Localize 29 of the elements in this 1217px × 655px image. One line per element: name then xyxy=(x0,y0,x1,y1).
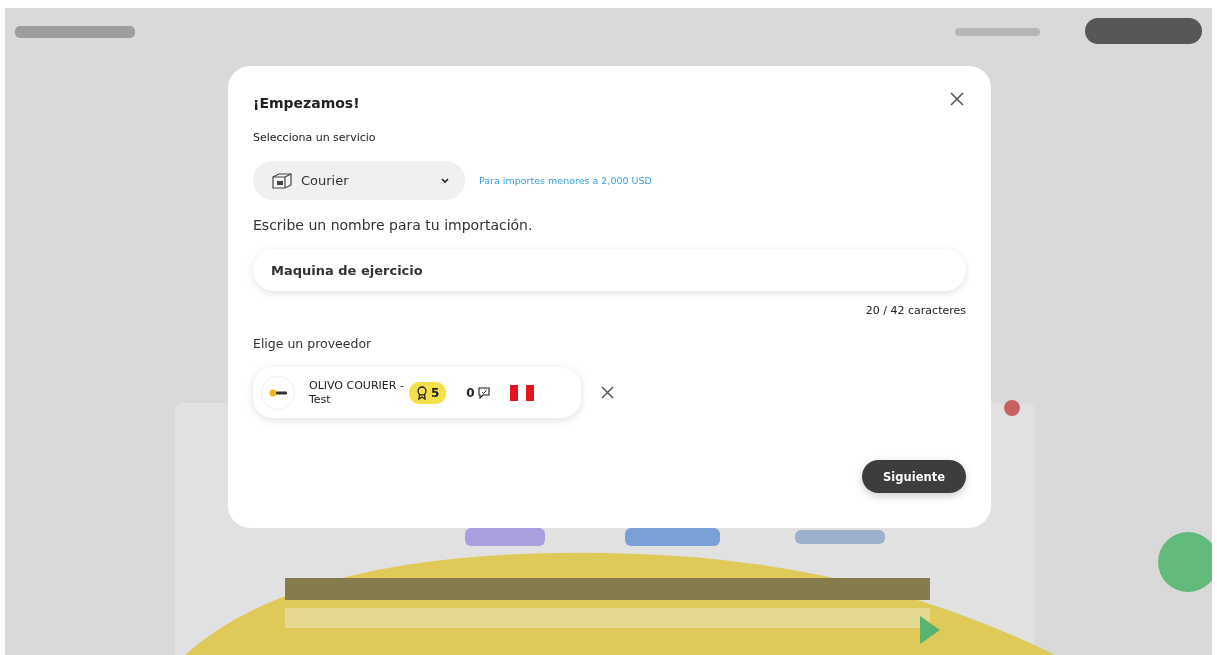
logo-icon xyxy=(261,375,295,410)
field-label: Escribe un nombre para tu importación. xyxy=(253,217,534,233)
field-label: Elige un proveedor xyxy=(253,336,373,351)
box-icon xyxy=(271,171,293,190)
close-button[interactable] xyxy=(948,90,966,108)
flag-icon xyxy=(509,384,534,401)
comment-count: 0 xyxy=(466,385,475,400)
award-icon xyxy=(416,385,428,400)
chevron-icon xyxy=(441,177,449,184)
blurred-link[interactable] xyxy=(955,28,1040,36)
chat-button[interactable] xyxy=(1158,532,1212,592)
field-label: Selecciona un servicio xyxy=(253,131,377,144)
close-icon xyxy=(950,92,964,106)
service-dropdown[interactable]: Courier xyxy=(253,161,465,200)
name-input-field[interactable]: Maquina de ejercicio xyxy=(253,249,966,291)
close-icon xyxy=(601,386,614,399)
provider-card[interactable]: OLIVO COURIER - Test 5 0 xyxy=(253,367,581,418)
blurred-logo[interactable] xyxy=(15,26,135,38)
character-counter: 20 / 42 caracteres xyxy=(864,304,966,317)
blurred-dot xyxy=(1004,400,1020,416)
service-hint: Para importes menores a 2,000 USD xyxy=(479,175,652,186)
rating-value: 5 xyxy=(431,385,440,400)
blurred-button[interactable] xyxy=(1085,18,1202,44)
comment-icon xyxy=(477,386,490,399)
dialog-title: ¡Empezamos! xyxy=(253,95,360,111)
next-button[interactable]: Siguiente xyxy=(862,460,966,493)
provider-name: OLIVO COURIER - Test xyxy=(309,378,405,407)
play-icon[interactable] xyxy=(920,616,940,644)
remove-button[interactable] xyxy=(599,384,616,401)
